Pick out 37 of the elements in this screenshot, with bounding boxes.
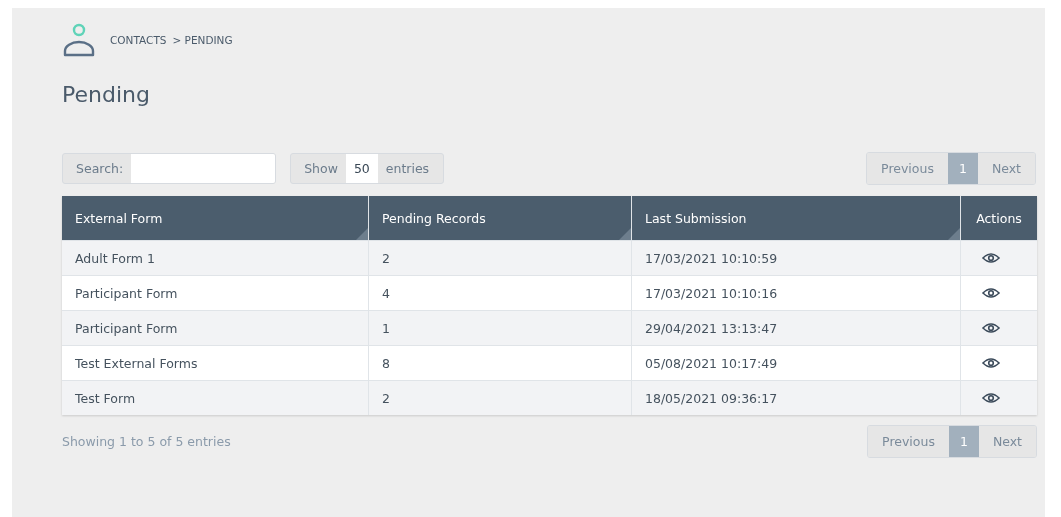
table-cell: Test External Forms [62,345,369,381]
eye-icon[interactable] [982,287,1000,299]
page-length-select[interactable]: Show 50 entries [290,152,445,184]
next-button[interactable]: Next [978,426,1036,457]
page-button[interactable]: 1 [947,152,978,184]
eye-icon[interactable] [982,357,1000,369]
next-button[interactable]: Next [977,152,1035,184]
table-cell: Test Form [62,380,369,415]
eye-icon[interactable] [982,392,1000,404]
column-header: Actions [960,196,1037,241]
table-cell: Participant Form [62,310,369,346]
column-header[interactable]: Last Submission [631,196,961,241]
table-cell: Participant Form [62,275,369,311]
table-cell: 05/08/2021 10:17:49 [631,345,961,381]
person-icon [62,23,96,57]
breadcrumb-item: > PENDING [172,34,233,46]
table-cell: 17/03/2021 10:10:59 [631,240,961,276]
page-button[interactable]: 1 [948,426,979,457]
breadcrumb-item[interactable]: CONTACTS [110,34,167,46]
table-cell: 2 [368,380,632,415]
table-cell: 2 [368,240,632,276]
table-cell: 8 [368,345,632,381]
column-header[interactable]: External Form [62,196,369,241]
eye-icon[interactable] [982,322,1000,334]
table-info: Showing 1 to 5 of 5 entries [62,434,231,449]
search-field[interactable]: Search: [62,152,277,184]
table-cell: 17/03/2021 10:10:16 [631,275,961,311]
table-cell: 29/04/2021 13:13:47 [631,310,961,346]
page-title: Pending [62,82,151,109]
table-cell: 4 [368,275,632,311]
table-cell: 18/05/2021 09:36:17 [631,380,961,415]
eye-icon[interactable] [982,252,1000,264]
previous-button[interactable]: Previous [867,152,948,184]
table-cell: Adult Form 1 [62,240,369,276]
previous-button[interactable]: Previous [868,426,949,457]
column-header[interactable]: Pending Records [368,196,632,241]
table-cell: 1 [368,310,632,346]
